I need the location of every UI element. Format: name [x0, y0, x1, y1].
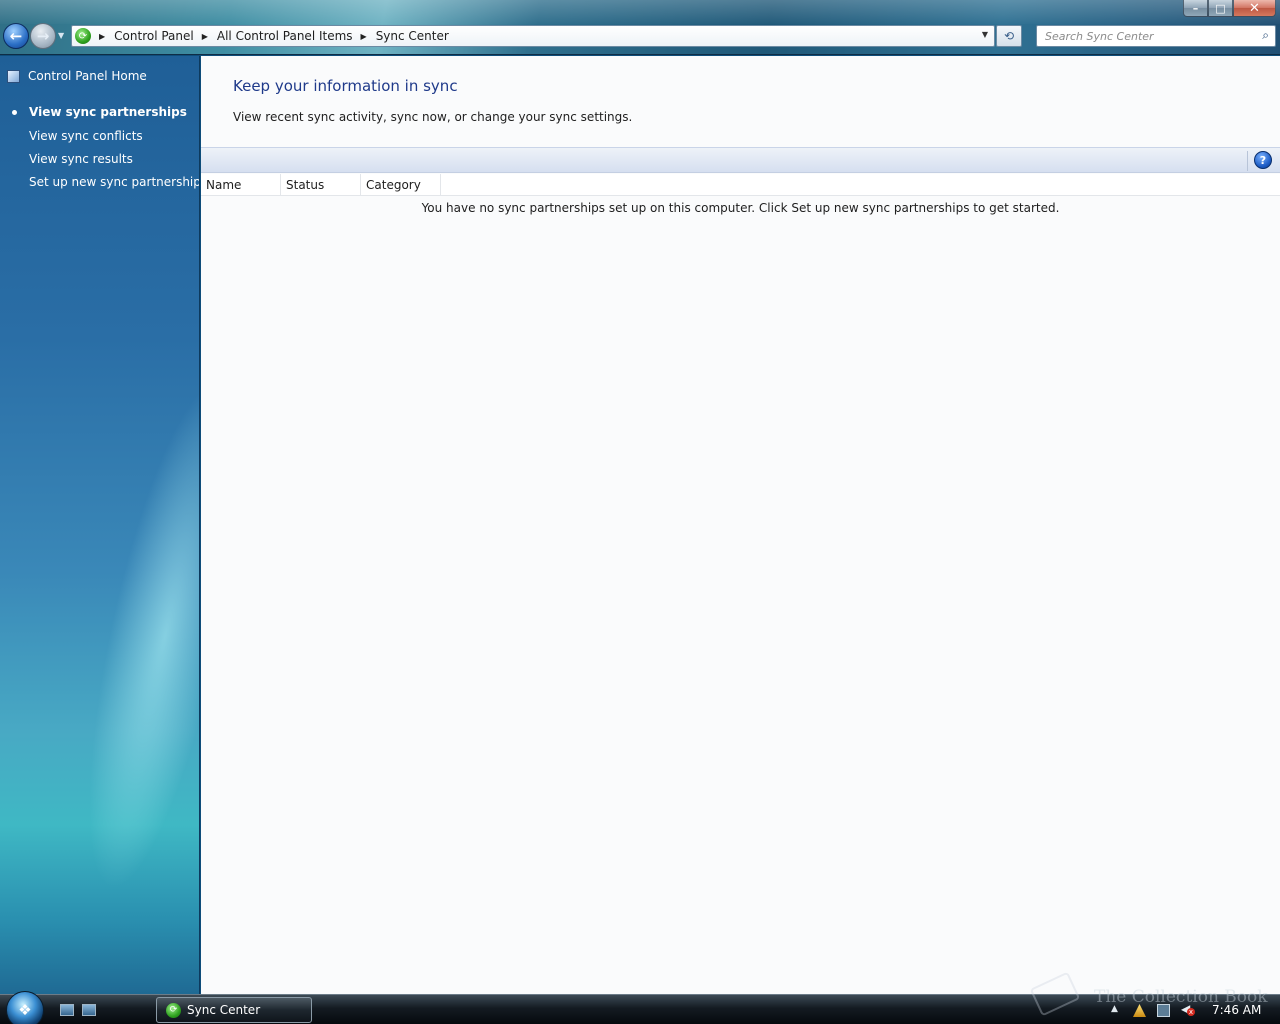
refresh-button[interactable]: ⟲ — [996, 25, 1022, 47]
empty-list-message: You have no sync partnerships set up on … — [421, 201, 1060, 215]
help-button[interactable]: ? — [1254, 151, 1272, 169]
breadcrumb-separator-icon[interactable]: ▶ — [202, 32, 208, 41]
control-panel-home-label[interactable]: Control Panel Home — [28, 69, 147, 83]
control-panel-icon — [7, 69, 20, 83]
address-dropdown-icon[interactable]: ▼ — [982, 30, 988, 39]
forward-button[interactable]: → — [30, 23, 56, 49]
address-bar[interactable]: ⟳ ▶ Control Panel ▶ All Control Panel It… — [71, 25, 995, 47]
show-desktop-icon[interactable] — [60, 1004, 74, 1016]
show-hidden-icons-icon[interactable]: ▲ — [1111, 1004, 1118, 1014]
column-header-name[interactable]: Name — [201, 174, 281, 196]
start-button[interactable]: ❖ — [6, 991, 44, 1024]
breadcrumb-separator-icon[interactable]: ▶ — [361, 32, 367, 41]
task-set-up-new-sync-partnerships[interactable]: Set up new sync partnerships — [29, 175, 199, 189]
page-description: View recent sync activity, sync now, or … — [233, 110, 633, 124]
switch-windows-icon[interactable] — [82, 1004, 96, 1016]
task-pane: Control Panel Home View sync partnership… — [0, 56, 200, 994]
task-view-sync-results[interactable]: View sync results — [29, 152, 133, 166]
column-header-category[interactable]: Category — [361, 174, 441, 196]
muted-icon: x — [1187, 1008, 1195, 1016]
breadcrumb-separator-icon[interactable]: ▶ — [99, 32, 105, 41]
maximize-button[interactable]: □ — [1208, 0, 1233, 17]
taskbar-button-label: Sync Center — [187, 1003, 261, 1017]
list-header: Name Status Category — [201, 174, 1280, 196]
search-input[interactable] — [1043, 28, 1253, 44]
close-button[interactable]: ✕ — [1233, 0, 1276, 17]
back-button[interactable]: ← — [3, 23, 29, 49]
breadcrumb-control-panel[interactable]: Control Panel — [114, 29, 194, 43]
minimize-button[interactable]: – — [1183, 0, 1208, 17]
command-bar: ? — [201, 147, 1280, 173]
sync-center-icon: ⟳ — [75, 28, 91, 44]
taskbar: ❖ ⟳ Sync Center The Collection Book ▲ ◀ … — [0, 971, 1280, 1024]
clock[interactable]: 7:46 AM — [1212, 1003, 1261, 1017]
recent-pages-dropdown-icon[interactable]: ▼ — [58, 31, 64, 40]
active-task-bullet-icon — [12, 110, 17, 115]
control-panel-home-link[interactable]: Control Panel Home — [7, 69, 147, 83]
main-content: Keep your information in sync View recen… — [201, 56, 1280, 994]
column-header-status[interactable]: Status — [281, 174, 361, 196]
window-chrome: – □ ✕ ← → ▼ ⟳ ▶ Control Panel ▶ All Cont… — [0, 0, 1280, 55]
sync-center-icon: ⟳ — [166, 1002, 181, 1018]
window-controls: – □ ✕ — [1183, 0, 1276, 17]
toolbar-divider — [1247, 151, 1248, 171]
task-view-sync-partnerships[interactable]: View sync partnerships — [29, 105, 187, 119]
taskbar-button-sync-center[interactable]: ⟳ Sync Center — [156, 997, 312, 1023]
task-view-sync-conflicts[interactable]: View sync conflicts — [29, 129, 143, 143]
breadcrumb-sync-center[interactable]: Sync Center — [376, 29, 449, 43]
search-icon[interactable]: ⌕ — [1262, 28, 1269, 43]
search-box[interactable]: ⌕ — [1036, 25, 1276, 47]
network-icon[interactable] — [1157, 1004, 1170, 1017]
page-title: Keep your information in sync — [233, 77, 458, 95]
breadcrumb-all-control-panel-items[interactable]: All Control Panel Items — [217, 29, 353, 43]
